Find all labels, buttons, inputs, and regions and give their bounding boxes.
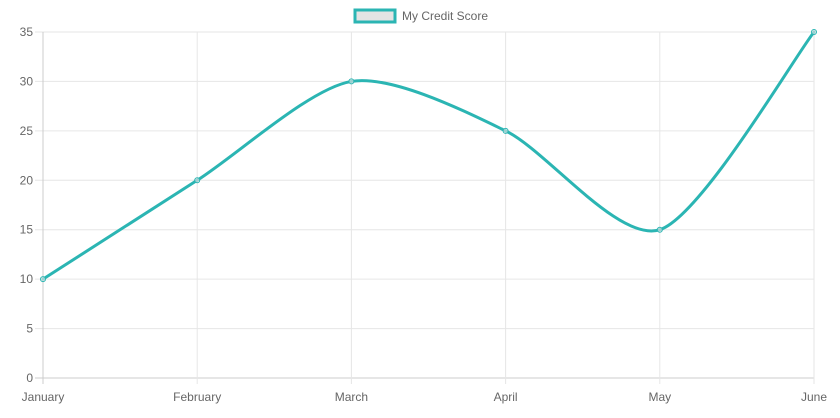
y-tick-label: 25 xyxy=(20,124,34,138)
x-tick-label: June xyxy=(801,390,827,404)
data-point[interactable] xyxy=(811,29,817,35)
line-chart: 0 5 10 15 20 25 30 35 January February March April M… xyxy=(20,8,827,404)
x-tick-label: April xyxy=(494,390,518,404)
legend-swatch[interactable] xyxy=(353,8,397,24)
data-point[interactable] xyxy=(502,127,509,134)
x-tick-label: January xyxy=(22,390,65,404)
data-point[interactable] xyxy=(656,226,663,233)
y-tick-label: 15 xyxy=(20,223,34,237)
y-tick-label: 5 xyxy=(26,322,33,336)
series-line-my-credit-score xyxy=(41,30,816,281)
data-point[interactable] xyxy=(40,276,46,283)
x-tick-label: May xyxy=(648,390,671,404)
legend[interactable]: My Credit Score xyxy=(353,8,488,24)
y-tick-label: 20 xyxy=(20,173,34,187)
y-tick-label: 35 xyxy=(20,25,34,39)
y-tick-label: 30 xyxy=(20,74,34,88)
x-tick-label: February xyxy=(173,390,221,404)
series-layer xyxy=(40,29,817,283)
data-point[interactable] xyxy=(348,78,355,85)
x-tick-label: March xyxy=(335,390,368,404)
y-tick-label: 0 xyxy=(26,371,33,385)
y-tick-label: 10 xyxy=(20,272,34,286)
chart-container: 0 5 10 15 20 25 30 35 January February March April M… xyxy=(0,0,840,413)
legend-label[interactable]: My Credit Score xyxy=(402,9,488,23)
data-point[interactable] xyxy=(194,177,201,184)
